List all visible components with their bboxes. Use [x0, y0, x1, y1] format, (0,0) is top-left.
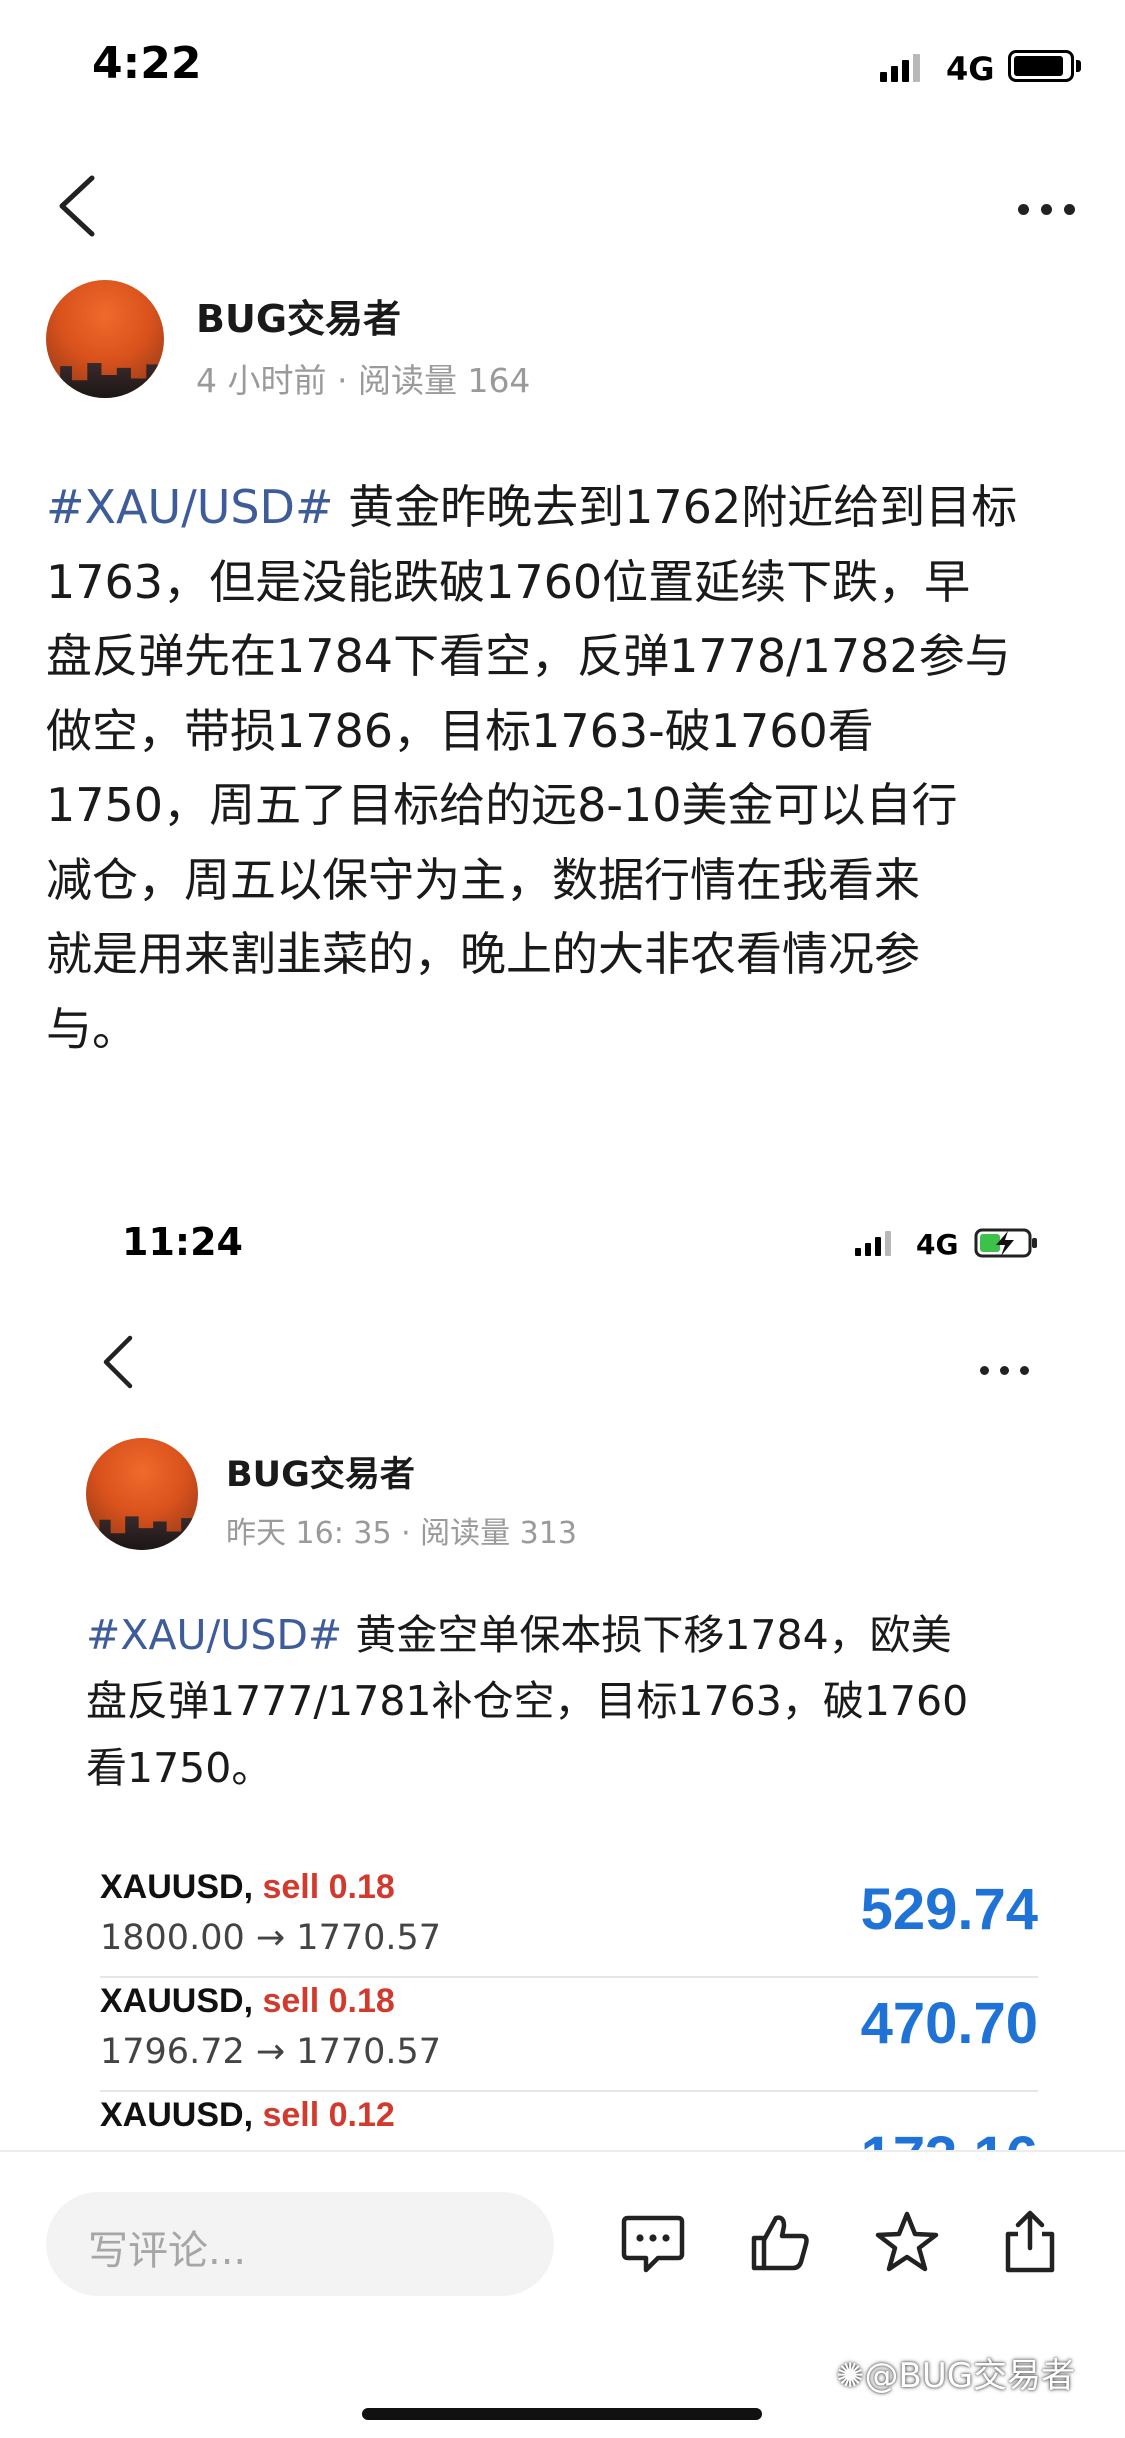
trade-profit: 470.70 — [860, 1991, 1038, 2056]
embedded-signal-icon — [855, 1230, 891, 1256]
comment-button[interactable] — [620, 2212, 686, 2280]
chevron-left-icon — [59, 175, 95, 237]
post-line: #XAU/USD# 黄金昨晚去到1762附近给到目标 — [46, 480, 1018, 534]
post-line: 就是用来割韭菜的，晚上的大非农看情况参 — [46, 927, 920, 982]
share-icon — [1005, 2210, 1055, 2273]
comment-icon — [621, 2215, 685, 2273]
trade-profit: 529.74 — [860, 1877, 1038, 1942]
trade-side: sell 0.12 — [262, 2096, 395, 2134]
network-label: 4G — [946, 50, 995, 88]
embedded-post-body: #XAU/USD# 黄金空单保本损下移1784，欧美 盘反弹1777/1781补… — [86, 1602, 1086, 1801]
trade-profit: 173.16 — [861, 2124, 1038, 2150]
back-button[interactable] — [50, 170, 110, 240]
trade-row: XAUUSD, sell 0.12 173.16 — [100, 2090, 1038, 2150]
trade-side: sell 0.18 — [262, 1868, 395, 1906]
like-icon — [751, 2215, 809, 2271]
comment-placeholder: 写评论... — [88, 2228, 247, 2274]
share-button[interactable] — [1000, 2208, 1060, 2278]
embedded-post-meta: 昨天 16: 35 · 阅读量 313 — [226, 1516, 577, 1551]
hashtag-link[interactable]: #XAU/USD# — [46, 480, 334, 534]
trade-symbol: XAUUSD, sell 0.18 — [100, 1868, 395, 1906]
battery-charging-icon — [974, 1228, 1040, 1262]
trade-price-path: 1796.72 → 1770.57 — [100, 2032, 442, 2072]
avatar[interactable] — [46, 280, 164, 398]
post-line: 1750，周五了目标给的远8-10美金可以自行 — [46, 778, 958, 833]
watermark: ✺@BUG交易者 — [836, 2356, 1076, 2396]
embedded-more-button[interactable] — [980, 1360, 1029, 1379]
embedded-network-label: 4G — [916, 1228, 959, 1261]
status-time: 4:22 — [92, 38, 202, 89]
embedded-author-name[interactable]: BUG交易者 — [226, 1446, 415, 1497]
post-line: 盘反弹先在1784下看空，反弹1778/1782参与 — [46, 629, 1011, 684]
embedded-status-time: 11:24 — [122, 1220, 243, 1264]
embedded-avatar[interactable] — [86, 1438, 198, 1550]
embedded-back-button[interactable] — [96, 1332, 140, 1392]
home-indicator — [362, 2408, 762, 2420]
more-dots-icon — [1018, 204, 1029, 215]
post-body: #XAU/USD# 黄金昨晚去到1762附近给到目标 1763，但是没能跌破17… — [46, 470, 1086, 1066]
trade-symbol: XAUUSD, sell 0.18 — [100, 1982, 395, 2020]
post-line: #XAU/USD# 黄金空单保本损下移1784，欧美 — [86, 1611, 952, 1659]
post-line: 减仓，周五以保守为主，数据行情在我看来 — [46, 852, 920, 907]
chevron-left-icon — [103, 1335, 133, 1389]
post-meta: 4 小时前 · 阅读量 164 — [196, 361, 531, 400]
favorite-star-icon — [875, 2211, 939, 2272]
weibo-logo-icon: ✺ — [836, 2356, 865, 2396]
trade-row: XAUUSD, sell 0.18 1800.00 → 1770.57 529.… — [100, 1862, 1038, 1976]
post-line: 看1750。 — [86, 1743, 273, 1792]
bottom-action-bar: 写评论... ✺@BUG交易者 — [0, 2150, 1125, 2438]
post-line: 与。 — [46, 1001, 138, 1056]
post-line: 1763，但是没能跌破1760位置延续下跌，早 — [46, 554, 971, 609]
hashtag-link[interactable]: #XAU/USD# — [86, 1611, 342, 1659]
signal-icon — [880, 52, 920, 82]
more-dots-icon — [980, 1366, 989, 1375]
embedded-screenshot[interactable]: 11:24 4G BUG交易者 昨天 16: 35 · 阅读量 313 #XAU… — [0, 1170, 1125, 2150]
favorite-button[interactable] — [874, 2210, 940, 2278]
trade-row: XAUUSD, sell 0.18 1796.72 → 1770.57 470.… — [100, 1976, 1038, 2090]
battery-icon — [1008, 50, 1081, 82]
post-line: 盘反弹1777/1781补仓空，目标1763，破1760 — [86, 1677, 969, 1726]
post-line: 做空，带损1786，目标1763-破1760看 — [46, 703, 874, 758]
more-button[interactable] — [1018, 200, 1075, 219]
author-name[interactable]: BUG交易者 — [196, 288, 401, 343]
trade-symbol: XAUUSD, sell 0.12 — [100, 2096, 395, 2134]
trade-side: sell 0.18 — [262, 1982, 395, 2020]
like-button[interactable] — [748, 2210, 812, 2278]
trade-price-path: 1800.00 → 1770.57 — [100, 1918, 442, 1958]
comment-input[interactable]: 写评论... — [46, 2192, 554, 2296]
